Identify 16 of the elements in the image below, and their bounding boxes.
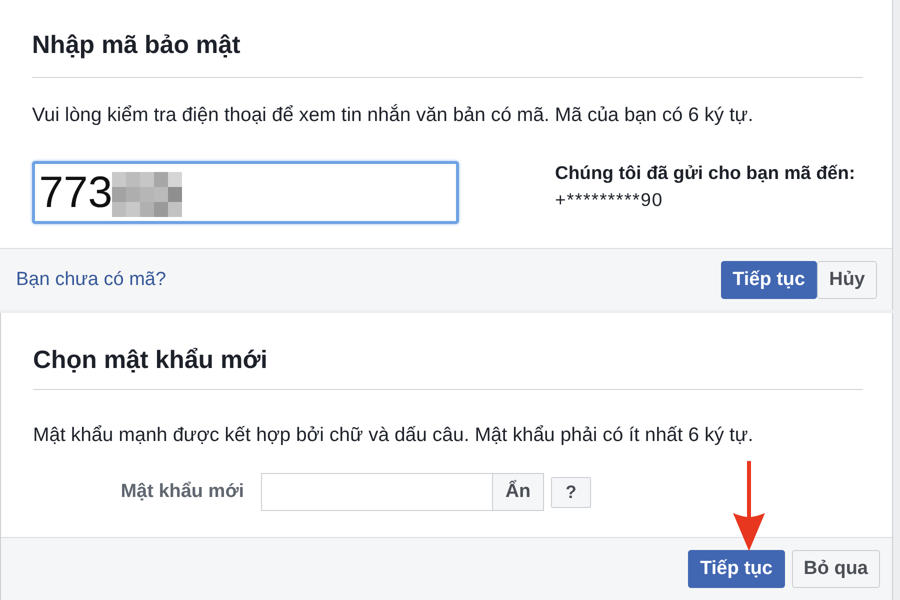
continue-button[interactable]: Tiếp tục — [720, 260, 818, 298]
dialog-title: Chọn mật khẩu mới — [33, 345, 268, 375]
no-code-link[interactable]: Bạn chưa có mã? — [16, 268, 166, 290]
instructions-text: Mật khẩu mạnh được kết hợp bởi chữ và dấu câu. Mật khẩu phải có ít nhất 6 ký tự. — [33, 424, 754, 447]
sent-to-label: Chúng tôi đã gửi cho bạn mã đến: — [555, 161, 856, 185]
hide-password-button[interactable]: Ẩn — [492, 473, 544, 511]
continue-button[interactable]: Tiếp tục — [688, 550, 785, 588]
help-button[interactable]: ? — [551, 476, 591, 508]
skip-button[interactable]: Bỏ qua — [792, 550, 880, 588]
instructions-text: Vui lòng kiểm tra điện thoại để xem tin nhắn văn bản có mã. Mã của bạn có 6 ký tự. — [32, 104, 754, 127]
code-input-field[interactable]: 773 — [32, 161, 459, 224]
cancel-button[interactable]: Hủy — [817, 260, 877, 298]
password-input-field[interactable] — [261, 473, 492, 511]
dialog-title: Nhập mã bảo mật — [32, 30, 240, 60]
phone-number: +*********90 — [555, 188, 664, 212]
password-label: Mật khẩu mới — [120, 481, 244, 503]
